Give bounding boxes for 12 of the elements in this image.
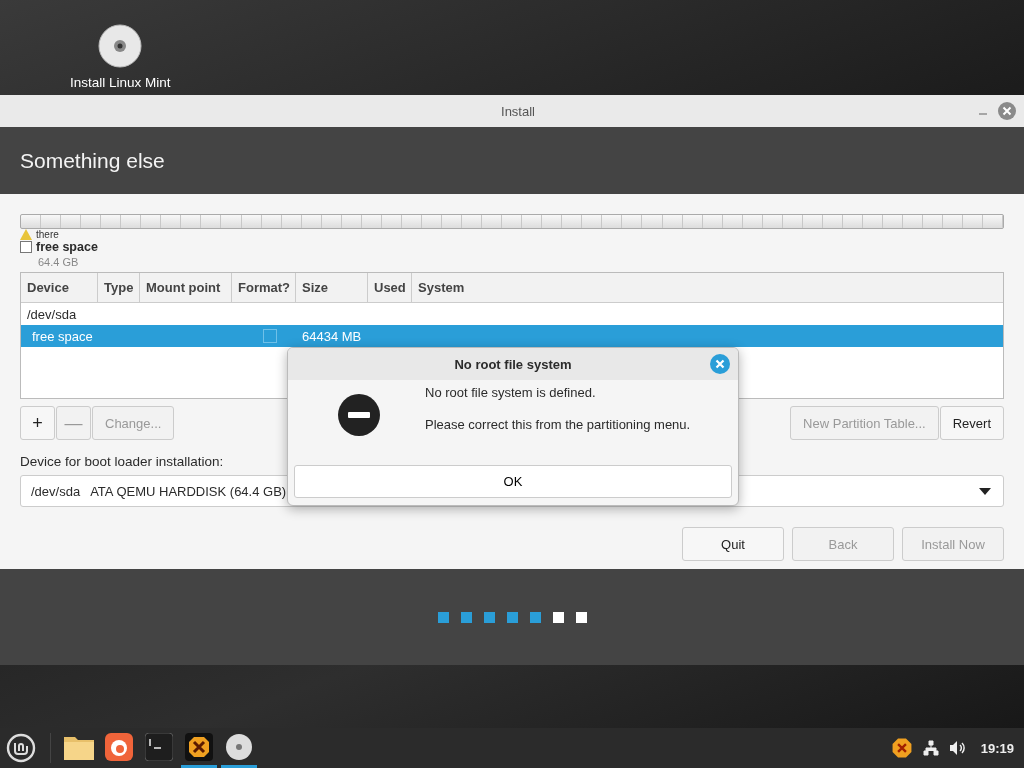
- dialog-title: No root file system: [454, 356, 572, 372]
- dialog-detail: Please correct this from the partitioning menu.: [425, 417, 691, 432]
- boot-loader-label: Device for boot loader installation:: [20, 454, 224, 469]
- dialog-message: No root file system is defined.: [425, 385, 597, 400]
- legend-label: free space: [36, 240, 98, 254]
- warning-text: there: [36, 230, 59, 240]
- device-cell: /dev/sda: [27, 306, 77, 322]
- device-cell-text: free space: [31, 328, 93, 344]
- legend-size: 64.4 GB: [38, 256, 79, 268]
- page-heading: Something else: [20, 148, 165, 173]
- window-title: Install: [500, 103, 536, 119]
- size-cell: 64434 MB: [302, 328, 362, 344]
